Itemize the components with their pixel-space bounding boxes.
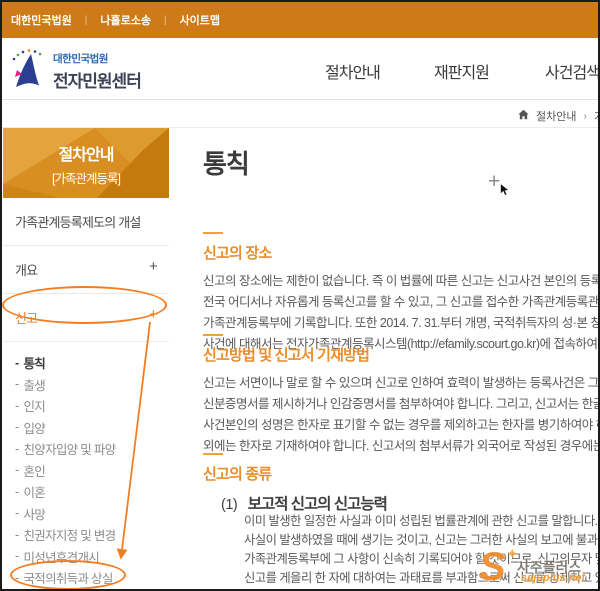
logo-text: 대한민국법원 전자민원센터: [53, 51, 142, 92]
sidebar-subitem-birth[interactable]: - 출생: [15, 374, 157, 396]
court-logo-icon: [10, 47, 48, 96]
breadcrumb-row: 절차안내 › 가: [2, 101, 598, 128]
subitem-label: 미성년후견개시: [23, 550, 100, 565]
sidebar-subitem-death[interactable]: - 사망: [15, 503, 157, 525]
sidebar-title: 절차안내: [58, 147, 115, 164]
breadcrumb-item[interactable]: 가: [594, 108, 598, 124]
bullet: -: [15, 484, 19, 499]
sidebar-subitem-general-rules[interactable]: - 통칙: [15, 352, 157, 374]
subsection-heading: (1) 보고적 신고의 신고능력: [221, 492, 388, 514]
section-rule: [203, 232, 223, 234]
chevron-right-icon: ›: [583, 110, 587, 122]
nav-trial-support[interactable]: 재판지원: [434, 59, 490, 83]
paragraph-line: 가족관계등록부에 그 사항이 신속히 기록되어야 할 것이므로, 신고의무자 및…: [244, 552, 598, 566]
subitem-label: 친권자지정 및 변경: [23, 529, 116, 544]
paragraph-line: 전국 어디서나 자유롭게 등록신고를 할 수 있고, 그 신고를 접수한 가족관…: [203, 295, 600, 309]
logo-org-name: 대한민국법원: [53, 53, 108, 65]
subitem-label: 친양자입양 및 파양: [23, 443, 116, 458]
nav-case-search[interactable]: 사건검색: [545, 59, 598, 83]
link-court-home[interactable]: 대한민국법원: [11, 12, 72, 28]
link-sitemap[interactable]: 사이트맵: [180, 12, 220, 28]
bullet: -: [15, 506, 19, 521]
sidebar-subitem-marriage[interactable]: - 혼인: [15, 460, 157, 482]
subsection-paragraph: 이미 발생한 일정한 사실과 이미 성립된 법률관계에 관한 신고를 말합니다.…: [244, 512, 598, 589]
subsection-number: (1): [221, 497, 238, 513]
sidebar-item-overview[interactable]: 개요 +: [3, 246, 169, 294]
bullet: -: [15, 527, 19, 542]
sidebar-subitem-adoption[interactable]: - 입양: [15, 417, 157, 439]
subitem-label: 통칙: [23, 357, 46, 372]
sidebar-subitem-full-adoption[interactable]: - 친양자입양 및 파양: [15, 438, 157, 460]
paragraph-line: 신고의 장소에는 제한이 없습니다. 즉 이 법률에 따른 신고는 신고사건 본…: [203, 274, 600, 288]
bullet: -: [15, 398, 19, 413]
section-rule: [203, 453, 223, 455]
sidebar-subitem-divorce[interactable]: - 이혼: [15, 481, 157, 503]
subitem-label: 입양: [23, 421, 46, 436]
sidebar-subitem-minor-guardianship[interactable]: - 미성년후견개시: [15, 546, 157, 568]
subsection-title: 보고적 신고의 신고능력: [247, 496, 388, 513]
utility-bar: 대한민국법원 | 나홀로소송 | 사이트맵: [2, 2, 598, 38]
section-report-method: 신고방법 및 신고서 기재방법 신고는 서면이나 말로 할 수 있으며 신고로 …: [203, 334, 600, 457]
paragraph-line: 사실이 발생하였을 때에 생기는 것이고, 신고는 그러한 사실의 보고에 불과…: [244, 533, 598, 547]
expand-icon[interactable]: +: [149, 306, 158, 323]
bullet: -: [15, 355, 19, 370]
expand-icon[interactable]: +: [149, 258, 158, 275]
sidebar-subtitle: [가족관계등록]: [52, 172, 121, 186]
paragraph-line: 이미 발생한 일정한 사실과 이미 성립된 법률관계에 관한 신고를 말합니다.…: [244, 514, 598, 528]
logo-site-name: 전자민원센터: [53, 72, 142, 91]
sidebar-subitem-acknowledgement[interactable]: - 인지: [15, 395, 157, 417]
bullet: -: [15, 420, 19, 435]
bullet: -: [15, 377, 19, 392]
paragraph-line: 신분증명서를 제시하거나 인감증명서를 첨부하여야 합니다. 그리고, 신고서는…: [203, 397, 600, 411]
pointer-arrow-icon: [500, 183, 510, 196]
paragraph-line: 신고는 서면이나 말로 할 수 있으며 신고로 인하여 효력이 발생하는 등록사…: [203, 376, 600, 390]
subitem-label: 출생: [23, 378, 46, 393]
bullet: -: [15, 570, 19, 585]
mouse-cursor: +: [488, 170, 518, 200]
home-icon[interactable]: [518, 109, 529, 123]
paragraph-line: 사건본인의 성명은 한자로 표기할 수 없는 경우를 제외하고는 한자를 병기하…: [203, 418, 600, 432]
sidebar: 절차안내 [가족관계등록] 가족관계등록제도의 개설 개요 + 신고 + - 통…: [3, 128, 169, 589]
bullet: -: [15, 441, 19, 456]
section-rule: [203, 334, 223, 336]
breadcrumb-item[interactable]: 절차안내: [536, 108, 576, 124]
section-heading: 신고의 종류: [203, 466, 272, 483]
paragraph-line: 신고를 게을리 한 자에 대하여는 과태료를 부과함으로써 신고를 강제하고 있…: [244, 571, 598, 585]
page-title: 통칙: [203, 149, 250, 179]
sidebar-item-intro[interactable]: 가족관계등록제도의 개설: [3, 198, 169, 246]
sidebar-item-label: 신고: [15, 311, 38, 326]
crosshair-icon: +: [488, 170, 501, 193]
sidebar-item-label: 개요: [15, 263, 38, 278]
nav-procedure-guide[interactable]: 절차안내: [325, 59, 381, 83]
site-logo[interactable]: 대한민국법원 전자민원센터: [10, 47, 142, 96]
separator: |: [84, 14, 88, 26]
sidebar-submenu: - 통칙 - 출생 - 인지 - 입양 - 친양자입양 및 파양 - 혼인 - …: [3, 342, 169, 589]
subitem-label: 이혼: [23, 486, 46, 501]
breadcrumb: 절차안내 › 가: [518, 108, 598, 124]
sidebar-subitem-nationality[interactable]: - 국적의취득과 상실: [15, 567, 157, 589]
section-heading: 신고방법 및 신고서 기재방법: [203, 347, 370, 364]
separator: |: [163, 14, 167, 26]
sidebar-header: 절차안내 [가족관계등록]: [3, 128, 169, 198]
sidebar-subitem-parental-authority[interactable]: - 친권자지정 및 변경: [15, 524, 157, 546]
link-self-litigation[interactable]: 나홀로소송: [100, 12, 151, 28]
subitem-label: 국적의취득과 상실: [23, 572, 113, 587]
browser-page: 대한민국법원 | 나홀로소송 | 사이트맵 대한민국법원 전자민원센터 절차안내…: [0, 0, 600, 591]
section-report-types: 신고의 종류: [203, 453, 272, 484]
bullet: -: [15, 549, 19, 564]
bullet: -: [15, 463, 19, 478]
sidebar-item-report[interactable]: 신고 +: [3, 294, 169, 342]
subitem-label: 인지: [23, 400, 46, 415]
paragraph-line: 가족관계등록부에 기록합니다. 또한 2014. 7. 31.부터 개명, 국적…: [203, 316, 600, 330]
subitem-label: 사망: [23, 507, 46, 522]
section-heading: 신고의 장소: [203, 245, 272, 262]
site-header: 대한민국법원 전자민원센터 절차안내 재판지원 사건검색: [2, 38, 598, 100]
subitem-label: 혼인: [23, 464, 46, 479]
